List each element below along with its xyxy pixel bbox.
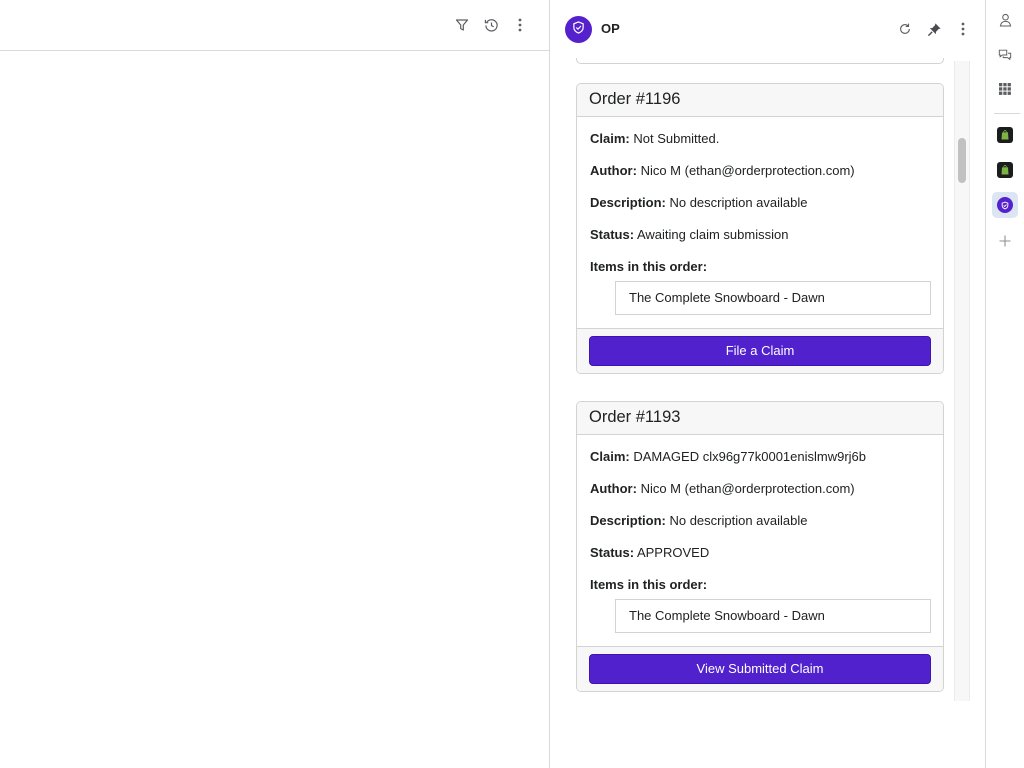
field-value: Awaiting claim submission xyxy=(636,227,789,242)
field-label: Description: xyxy=(590,195,666,210)
order-details: Claim: DAMAGED clx96g77k0001enislmw9rj6b… xyxy=(577,435,943,633)
status-field: Status: APPROVED xyxy=(590,545,930,577)
side-rail xyxy=(987,0,1024,768)
field-value: DAMAGED clx96g77k0001enislmw9rj6b xyxy=(633,449,867,464)
field-value: No description available xyxy=(669,513,808,528)
app-header: OP xyxy=(551,0,986,58)
claim-field: Claim: Not Submitted. xyxy=(590,131,930,163)
app-title: OP xyxy=(601,21,620,36)
history-icon[interactable] xyxy=(480,14,502,36)
description-field: Description: No description available xyxy=(590,195,930,227)
field-label: Author: xyxy=(590,163,637,178)
view-submitted-claim-button[interactable]: View Submitted Claim xyxy=(589,654,931,684)
order-details: Claim: Not Submitted. Author: Nico M (et… xyxy=(577,117,943,315)
orders-list: Order #1196 Claim: Not Submitted. Author… xyxy=(551,58,971,702)
card-footer: View Submitted Claim xyxy=(577,646,943,691)
order-card: Order #1196 Claim: Not Submitted. Author… xyxy=(576,83,944,374)
more-vertical-icon[interactable] xyxy=(952,18,974,40)
order-item: The Complete Snowboard - Dawn xyxy=(615,599,931,633)
items-label: Items in this order: xyxy=(590,259,708,274)
more-vertical-icon[interactable] xyxy=(509,14,531,36)
field-value: Nico M (ethan@orderprotection.com) xyxy=(640,163,855,178)
field-label: Author: xyxy=(590,481,637,496)
add-icon[interactable] xyxy=(992,228,1018,254)
field-value: Not Submitted. xyxy=(633,131,720,146)
field-label: Status: xyxy=(590,227,635,242)
app-panel: OP Order #1196 Claim: Not Submitted. Aut… xyxy=(551,0,986,768)
previous-order-card xyxy=(576,58,944,64)
field-label: Claim: xyxy=(590,131,630,146)
author-field: Author: Nico M (ethan@orderprotection.co… xyxy=(590,481,930,513)
pin-icon[interactable] xyxy=(923,18,945,40)
author-field: Author: Nico M (ethan@orderprotection.co… xyxy=(590,163,930,195)
file-claim-button[interactable]: File a Claim xyxy=(589,336,931,366)
chat-bubbles-icon[interactable] xyxy=(992,42,1018,68)
order-title: Order #1193 xyxy=(577,402,943,435)
claim-field: Claim: DAMAGED clx96g77k0001enislmw9rj6b xyxy=(590,449,930,481)
scrollbar[interactable] xyxy=(954,61,970,701)
refresh-icon[interactable] xyxy=(894,18,916,40)
items-label: Items in this order: xyxy=(590,577,708,592)
field-value: No description available xyxy=(669,195,808,210)
status-field: Status: Awaiting claim submission xyxy=(590,227,930,259)
filter-icon[interactable] xyxy=(451,14,473,36)
order-card: Order #1193 Claim: DAMAGED clx96g77k0001… xyxy=(576,401,944,692)
left-toolbar xyxy=(0,0,550,51)
main-content-pane xyxy=(0,0,550,768)
field-label: Status: xyxy=(590,545,635,560)
order-protection-app-icon[interactable] xyxy=(992,192,1018,218)
person-icon[interactable] xyxy=(992,7,1018,33)
screen: OP Order #1196 Claim: Not Submitted. Aut… xyxy=(0,0,1024,768)
rail-divider xyxy=(994,113,1020,114)
order-title: Order #1196 xyxy=(577,84,943,117)
card-footer: File a Claim xyxy=(577,328,943,373)
apps-grid-icon[interactable] xyxy=(992,76,1018,102)
field-label: Description: xyxy=(590,513,666,528)
description-field: Description: No description available xyxy=(590,513,930,545)
scrollbar-thumb[interactable] xyxy=(958,138,966,183)
shopify-app-icon[interactable] xyxy=(992,122,1018,148)
shopify-app-icon[interactable] xyxy=(992,157,1018,183)
app-logo xyxy=(565,16,592,43)
order-item: The Complete Snowboard - Dawn xyxy=(615,281,931,315)
field-value: APPROVED xyxy=(636,545,710,560)
field-value: Nico M (ethan@orderprotection.com) xyxy=(640,481,855,496)
field-label: Claim: xyxy=(590,449,630,464)
shield-check-icon xyxy=(572,20,585,39)
